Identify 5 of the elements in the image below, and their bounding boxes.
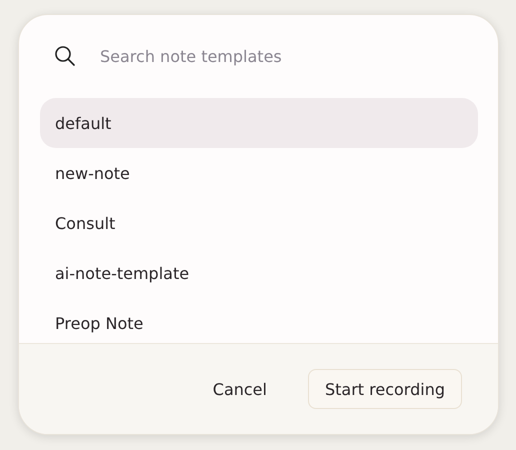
search-field[interactable]: Search note templates	[100, 44, 420, 68]
template-item[interactable]: default	[40, 98, 478, 148]
search-icon	[54, 45, 76, 67]
start-recording-button[interactable]: Start recording	[308, 369, 462, 409]
cancel-button[interactable]: Cancel	[196, 369, 284, 409]
